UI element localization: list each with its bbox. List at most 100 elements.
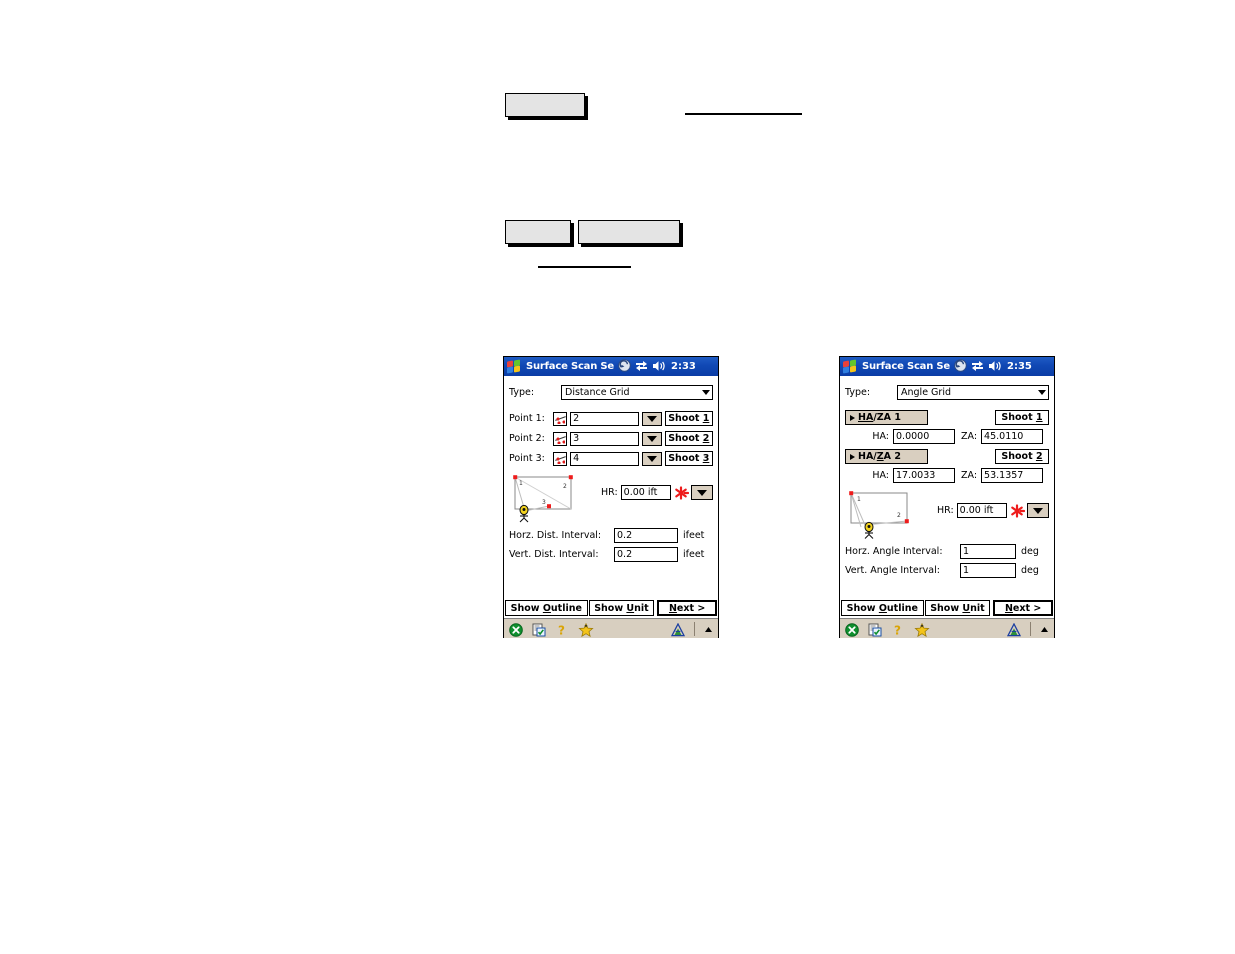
haza-2-pre: HA/ [858,451,877,462]
hr-input[interactable]: 0.00 ift [956,503,1007,518]
hr-input[interactable]: 0.00 ift [620,485,671,500]
favorites-icon[interactable] [578,622,594,637]
speaker-icon[interactable] [988,357,1002,376]
point-2-input[interactable]: 3 [570,431,639,446]
connectivity-icon[interactable] [635,357,648,376]
point-3-input[interactable]: 4 [570,451,639,466]
point-1-input[interactable]: 2 [570,411,639,426]
haza-1-button[interactable]: HA/ZA 1 [845,410,928,425]
map-pick-icon[interactable] [553,411,568,426]
clock[interactable]: 2:33 [671,361,696,372]
haza-1-post: /ZA 1 [873,412,901,423]
window-title: Surface Scan Se [862,361,951,372]
horz-interval-row: Horz. Dist. Interval: 0.2 ifeet [509,528,713,543]
hr-dropdown-button[interactable] [690,485,713,500]
chevron-down-icon [696,489,707,496]
target-asterisk-icon[interactable] [1010,503,1025,518]
rotate-screen-icon[interactable] [954,357,967,376]
za-2-input[interactable]: 53.1357 [981,468,1044,483]
vert-interval-input[interactable]: 0.2 [614,547,678,562]
doc-button-top[interactable] [505,93,585,117]
close-icon[interactable] [509,622,523,637]
windows-logo-icon[interactable] [507,358,522,374]
haza-1-key: HA [858,412,874,423]
vert-interval-input[interactable]: 1 [960,563,1016,578]
horz-interval-unit: ifeet [683,530,705,541]
point-row-1: Point 1: 2 Shoot 1 [509,411,713,426]
app-screen: Type: Distance Grid Point 1: 2 Shoot 1 P… [504,376,718,618]
type-combobox[interactable]: Distance Grid [561,385,713,400]
hr-label: HR: [937,505,954,516]
show-unit-pre: Show [930,603,963,614]
haza-2-key: Z [876,451,884,462]
point-1-dropdown-button[interactable] [641,411,662,426]
map-pick-icon[interactable] [553,431,568,446]
shoot-2-button[interactable]: Shoot 2 [664,431,713,446]
point-3-dropdown-button[interactable] [641,451,662,466]
show-outline-button[interactable]: Show Outline [505,600,588,616]
clock[interactable]: 2:35 [1007,361,1032,372]
window-title: Surface Scan Se [526,361,615,372]
surface-diagram: 1 2 3 [509,473,587,523]
speaker-icon[interactable] [652,357,666,376]
chevron-down-icon [702,390,710,395]
show-outline-pre: Show [846,603,879,614]
shoot-1-button[interactable]: Shoot 1 [664,411,713,426]
favorites-icon[interactable] [914,622,930,637]
shoot-2-key: 2 [1035,451,1043,462]
survey-icon[interactable] [670,622,686,636]
doc-button-mid-right[interactable] [578,220,680,244]
chevron-down-icon [1038,390,1046,395]
vert-interval-label: Vert. Angle Interval: [845,565,940,576]
shoot-1-label-pre: Shoot [668,413,703,424]
show-unit-post: nit [634,603,649,614]
survey-icon[interactable] [1006,622,1022,636]
show-outline-button[interactable]: Show Outline [841,600,924,616]
hr-dropdown-button[interactable] [1026,503,1049,518]
haza-2-button[interactable]: HA/ZA 2 [845,449,928,464]
svg-text:1: 1 [857,496,861,503]
vert-interval-unit: ifeet [683,549,705,560]
expand-triangle-icon [850,414,855,421]
chevron-down-icon [646,435,657,442]
shoot-1-button[interactable]: Shoot 1 [995,410,1049,425]
input-panel-icon[interactable] [868,622,882,636]
shoot-3-label-key: 3 [702,453,710,464]
next-button[interactable]: Next > [657,600,717,616]
windows-logo-icon[interactable] [843,358,858,374]
help-icon[interactable]: ? [555,622,569,637]
up-arrow-icon[interactable] [1040,622,1049,636]
up-arrow-icon[interactable] [704,622,713,636]
ha-1-input[interactable]: 0.0000 [893,429,955,444]
shoot-2-button[interactable]: Shoot 2 [995,449,1049,464]
target-asterisk-icon[interactable] [674,485,689,500]
horz-interval-input[interactable]: 1 [960,544,1016,559]
show-unit-button[interactable]: Show Unit [588,600,655,616]
connectivity-icon[interactable] [971,357,984,376]
taskbar: ? [840,618,1054,638]
show-outline-post: utline [550,603,582,614]
za-1-input[interactable]: 45.0110 [981,429,1044,444]
input-panel-icon[interactable] [532,622,546,636]
horz-interval-input[interactable]: 0.2 [614,528,678,543]
map-pick-icon[interactable] [553,451,568,466]
close-icon[interactable] [845,622,859,637]
ha-2-input[interactable]: 17.0033 [893,468,955,483]
shoot-2-label-key: 2 [702,433,710,444]
show-unit-button[interactable]: Show Unit [924,600,991,616]
vert-interval-unit: deg [1021,565,1039,576]
show-outline-pre: Show [510,603,543,614]
point-2-dropdown-button[interactable] [641,431,662,446]
svg-text:?: ? [558,623,565,637]
show-outline-key: O [542,603,551,614]
svg-text:2: 2 [563,483,567,490]
doc-button-mid-left[interactable] [505,220,571,244]
point-2-label: Point 2: [509,433,545,444]
next-button[interactable]: Next > [993,600,1053,616]
shoot-3-button[interactable]: Shoot 3 [664,451,713,466]
type-combobox[interactable]: Angle Grid [897,385,1049,400]
hr-label: HR: [601,487,618,498]
help-icon[interactable]: ? [891,622,905,637]
show-unit-key: U [962,603,971,614]
rotate-screen-icon[interactable] [618,357,631,376]
